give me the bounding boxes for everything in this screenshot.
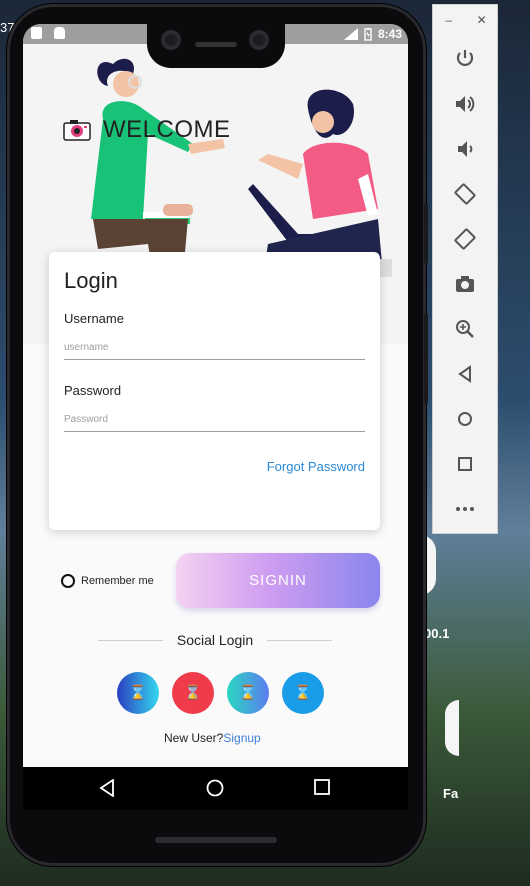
social-button-4[interactable]: ⌛: [282, 672, 324, 714]
emulator-toolbar: – ✕: [432, 4, 498, 534]
more-icon[interactable]: [453, 497, 477, 521]
camera-icon: [63, 120, 91, 141]
bottom-speaker: [155, 837, 277, 843]
username-input[interactable]: [64, 336, 365, 360]
front-camera-right: [249, 30, 269, 50]
divider-line-left: [98, 639, 163, 641]
password-label: Password: [64, 383, 122, 398]
hourglass-icon: ⌛: [129, 685, 147, 701]
home-icon[interactable]: [206, 779, 224, 797]
zoom-icon[interactable]: [453, 317, 477, 341]
battery-icon: [364, 27, 372, 41]
hourglass-icon: ⌛: [239, 685, 257, 701]
social-button-2[interactable]: ⌛: [172, 672, 214, 714]
remember-me-radio[interactable]: [61, 574, 75, 588]
close-icon[interactable]: ✕: [477, 13, 487, 27]
minimize-icon[interactable]: –: [445, 13, 452, 27]
emu-home-icon[interactable]: [453, 407, 477, 431]
phone-notch: [147, 20, 285, 68]
front-camera-left: [161, 30, 181, 50]
social-login-divider: Social Login: [98, 632, 332, 648]
social-button-1[interactable]: ⌛: [117, 672, 159, 714]
desktop-value-text: 00.1: [424, 626, 450, 641]
rotate-right-icon[interactable]: [453, 227, 477, 251]
new-user-text: New User?Signup: [164, 731, 261, 745]
username-label: Username: [64, 311, 124, 326]
new-user-label: New User?: [164, 731, 224, 745]
power-side-button[interactable]: [424, 204, 428, 264]
back-icon[interactable]: [99, 779, 115, 797]
emu-overview-icon[interactable]: [453, 452, 477, 476]
status-time: 8:43: [377, 27, 402, 41]
volume-up-icon[interactable]: [453, 92, 477, 116]
overview-icon[interactable]: [314, 779, 330, 795]
hourglass-icon: ⌛: [184, 685, 202, 701]
power-icon[interactable]: [453, 47, 477, 71]
remember-me-option[interactable]: Remember me: [61, 574, 154, 588]
desktop-fa-text: Fa: [443, 786, 459, 801]
signal-icon: [343, 28, 358, 40]
password-input[interactable]: [64, 408, 365, 432]
navigation-bar: [23, 767, 408, 810]
screenshot-camera-icon[interactable]: [453, 272, 477, 296]
desktop-circle-2: [445, 700, 459, 756]
volume-down-icon[interactable]: [453, 137, 477, 161]
sd-card-icon: [31, 27, 42, 39]
social-button-3[interactable]: ⌛: [227, 672, 269, 714]
android-icon: [54, 27, 65, 39]
social-login-title: Social Login: [176, 632, 254, 648]
remember-me-label: Remember me: [81, 575, 154, 587]
signin-button[interactable]: SIGNIN: [176, 553, 380, 608]
signup-link[interactable]: Signup: [223, 731, 260, 745]
divider-line-right: [267, 639, 332, 641]
forgot-password-link[interactable]: Forgot Password: [267, 459, 365, 474]
volume-side-button[interactable]: [424, 314, 428, 404]
welcome-header: WELCOME: [63, 116, 231, 144]
login-card: Login Username Password Forgot Password: [49, 252, 380, 530]
emu-back-icon[interactable]: [453, 362, 477, 386]
rotate-left-icon[interactable]: [453, 182, 477, 206]
earpiece-speaker: [195, 42, 237, 47]
social-buttons: ⌛ ⌛ ⌛ ⌛: [117, 672, 324, 714]
phone-screen: 8:43 WELCOME Login Username username Pas…: [23, 24, 408, 810]
welcome-title: WELCOME: [103, 116, 231, 143]
login-title: Login: [64, 268, 118, 293]
hourglass-icon: ⌛: [294, 685, 312, 701]
